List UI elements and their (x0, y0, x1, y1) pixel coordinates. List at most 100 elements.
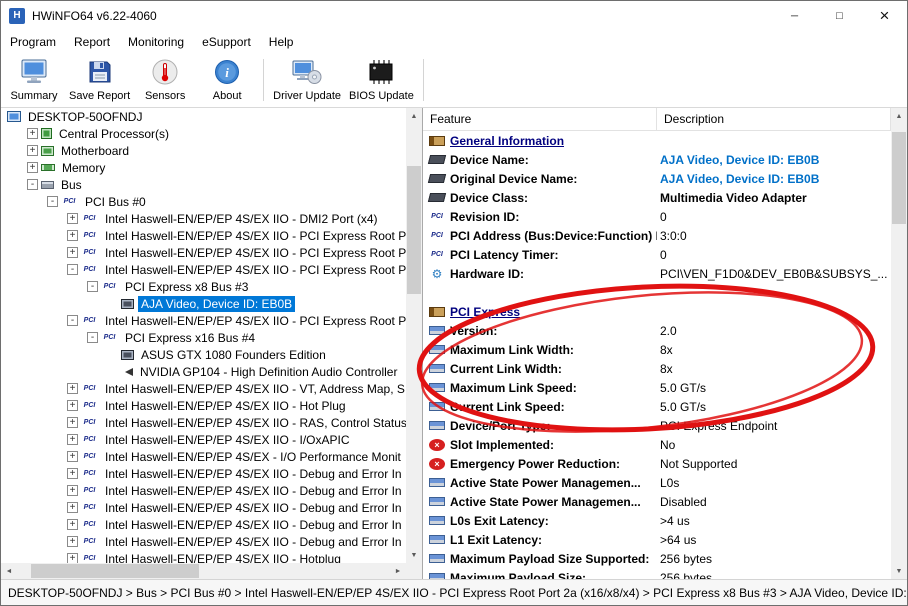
scroll-thumb[interactable] (892, 132, 906, 224)
tree-item[interactable]: -PCIIntel Haswell-EN/EP/EP 4S/EX IIO - P… (1, 261, 406, 278)
detail-row[interactable]: L0s Exit Latency:>4 us (423, 511, 891, 530)
collapse-minus-icon[interactable]: - (67, 264, 78, 275)
collapse-minus-icon[interactable]: - (87, 281, 98, 292)
tree-item[interactable]: ASUS GTX 1080 Founders Edition (1, 346, 406, 363)
tree-item[interactable]: +PCIIntel Haswell-EN/EP/EP 4S/EX IIO - H… (1, 397, 406, 414)
menu-report[interactable]: Report (65, 32, 119, 52)
collapse-minus-icon[interactable]: - (87, 332, 98, 343)
detail-row[interactable]: Active State Power Managemen...L0s (423, 473, 891, 492)
tree-item[interactable]: AJA Video, Device ID: EB0B (1, 295, 406, 312)
save-report-button[interactable]: Save Report (65, 54, 134, 106)
tree-item[interactable]: +PCIIntel Haswell-EN/EP/EP 4S/EX - I/O P… (1, 448, 406, 465)
minimize-button[interactable]: ─ (772, 1, 817, 31)
tree-item[interactable]: +Central Processor(s) (1, 125, 406, 142)
expand-plus-icon[interactable]: + (67, 417, 78, 428)
menu-program[interactable]: Program (1, 32, 65, 52)
expand-plus-icon[interactable]: + (67, 434, 78, 445)
sensors-button[interactable]: Sensors (134, 54, 196, 106)
tree-item[interactable]: +PCIIntel Haswell-EN/EP/EP 4S/EX IIO - D… (1, 482, 406, 499)
menu-esupport[interactable]: eSupport (193, 32, 260, 52)
expand-plus-icon[interactable]: + (27, 128, 38, 139)
detail-row[interactable]: Device/Port Type:PCI Express Endpoint (423, 416, 891, 435)
tree-item[interactable]: NVIDIA GP104 - High Definition Audio Con… (1, 363, 406, 380)
maximize-button[interactable]: □ (817, 1, 862, 31)
collapse-minus-icon[interactable]: - (47, 196, 58, 207)
tree-item[interactable]: +PCIIntel Haswell-EN/EP/EP 4S/EX IIO - I… (1, 431, 406, 448)
menu-monitoring[interactable]: Monitoring (119, 32, 193, 52)
tree-item[interactable]: +PCIIntel Haswell-EN/EP/EP 4S/EX IIO - H… (1, 550, 406, 563)
tree-item[interactable]: +PCIIntel Haswell-EN/EP/EP 4S/EX IIO - D… (1, 499, 406, 516)
detail-row[interactable]: ×Slot Implemented:No (423, 435, 891, 454)
scroll-track[interactable] (891, 124, 907, 563)
tree-item[interactable]: -Bus (1, 176, 406, 193)
about-button[interactable]: i About (196, 54, 258, 106)
feature-column-header[interactable]: Feature (423, 108, 657, 130)
detail-row[interactable]: PCIPCI Latency Timer:0 (423, 245, 891, 264)
detail-row[interactable]: Maximum Payload Size Supported:256 bytes (423, 549, 891, 568)
scroll-thumb[interactable] (407, 166, 421, 294)
expand-plus-icon[interactable]: + (67, 519, 78, 530)
scroll-up-icon[interactable]: ▲ (406, 108, 422, 124)
tree-item[interactable]: +PCIIntel Haswell-EN/EP/EP 4S/EX IIO - P… (1, 227, 406, 244)
scroll-right-icon[interactable]: ► (390, 563, 406, 579)
bios-update-button[interactable]: BIOS Update (345, 54, 418, 106)
detail-row[interactable]: Device Name:AJA Video, Device ID: EB0B (423, 150, 891, 169)
tree-item[interactable]: -PCIPCI Bus #0 (1, 193, 406, 210)
expand-plus-icon[interactable]: + (67, 230, 78, 241)
scroll-up-icon[interactable]: ▲ (891, 108, 907, 124)
driver-update-button[interactable]: Driver Update (269, 54, 345, 106)
expand-plus-icon[interactable]: + (27, 162, 38, 173)
scroll-down-icon[interactable]: ▼ (891, 563, 907, 579)
menu-help[interactable]: Help (260, 32, 303, 52)
detail-row[interactable]: L1 Exit Latency:>64 us (423, 530, 891, 549)
scroll-track[interactable] (406, 124, 422, 547)
expand-plus-icon[interactable]: + (67, 247, 78, 258)
expand-plus-icon[interactable]: + (67, 485, 78, 496)
expand-plus-icon[interactable]: + (67, 553, 78, 563)
tree-item[interactable]: -PCIPCI Express x16 Bus #4 (1, 329, 406, 346)
tree-item[interactable]: DESKTOP-50OFNDJ (1, 108, 406, 125)
expand-plus-icon[interactable]: + (67, 468, 78, 479)
detail-row[interactable]: Original Device Name:AJA Video, Device I… (423, 169, 891, 188)
tree-item[interactable]: +PCIIntel Haswell-EN/EP/EP 4S/EX IIO - D… (1, 533, 406, 550)
scroll-thumb[interactable] (31, 564, 199, 578)
expand-plus-icon[interactable]: + (67, 502, 78, 513)
tree-item[interactable]: +PCIIntel Haswell-EN/EP/EP 4S/EX IIO - D… (1, 210, 406, 227)
detail-row[interactable]: ⚙Hardware ID:PCI\VEN_F1D0&DEV_EB0B&SUBSY… (423, 264, 891, 283)
close-button[interactable]: × (862, 1, 907, 31)
tree-vertical-scrollbar[interactable]: ▲ ▼ (406, 108, 422, 563)
expand-plus-icon[interactable]: + (67, 400, 78, 411)
expand-plus-icon[interactable]: + (67, 213, 78, 224)
detail-section-row[interactable]: PCI Express (423, 302, 891, 321)
tree-item[interactable]: -PCIPCI Express x8 Bus #3 (1, 278, 406, 295)
tree-item[interactable]: +Motherboard (1, 142, 406, 159)
tree-item[interactable]: +PCIIntel Haswell-EN/EP/EP 4S/EX IIO - D… (1, 465, 406, 482)
collapse-minus-icon[interactable]: - (67, 315, 78, 326)
collapse-minus-icon[interactable]: - (27, 179, 38, 190)
scroll-track[interactable] (17, 563, 390, 579)
summary-button[interactable]: Summary (3, 54, 65, 106)
detail-row[interactable]: Maximum Link Speed:5.0 GT/s (423, 378, 891, 397)
titlebar[interactable]: H HWiNFO64 v6.22-4060 ─ □ × (1, 1, 907, 31)
expand-plus-icon[interactable]: + (67, 536, 78, 547)
detail-row[interactable]: ×Emergency Power Reduction:Not Supported (423, 454, 891, 473)
tree-item[interactable]: +PCIIntel Haswell-EN/EP/EP 4S/EX IIO - D… (1, 516, 406, 533)
detail-section-row[interactable]: General Information (423, 131, 891, 150)
detail-row[interactable]: Device Class:Multimedia Video Adapter (423, 188, 891, 207)
expand-plus-icon[interactable]: + (67, 451, 78, 462)
detail-row[interactable]: Active State Power Managemen...Disabled (423, 492, 891, 511)
detail-row[interactable]: Current Link Speed:5.0 GT/s (423, 397, 891, 416)
tree-item[interactable]: -PCIIntel Haswell-EN/EP/EP 4S/EX IIO - P… (1, 312, 406, 329)
scroll-left-icon[interactable]: ◄ (1, 563, 17, 579)
detail-row[interactable]: PCIPCI Address (Bus:Device:Function) Nu.… (423, 226, 891, 245)
detail-row[interactable]: Version:2.0 (423, 321, 891, 340)
tree-horizontal-scrollbar[interactable]: ◄ ► (1, 563, 406, 579)
description-column-header[interactable]: Description (657, 108, 891, 130)
detail-row[interactable]: Maximum Payload Size:256 bytes (423, 568, 891, 579)
tree-item[interactable]: +PCIIntel Haswell-EN/EP/EP 4S/EX IIO - P… (1, 244, 406, 261)
tree-item[interactable]: +PCIIntel Haswell-EN/EP/EP 4S/EX IIO - R… (1, 414, 406, 431)
detail-row[interactable]: Maximum Link Width:8x (423, 340, 891, 359)
detail-vertical-scrollbar[interactable]: ▲ ▼ (891, 108, 907, 579)
detail-row[interactable]: Current Link Width:8x (423, 359, 891, 378)
tree-item[interactable]: +Memory (1, 159, 406, 176)
